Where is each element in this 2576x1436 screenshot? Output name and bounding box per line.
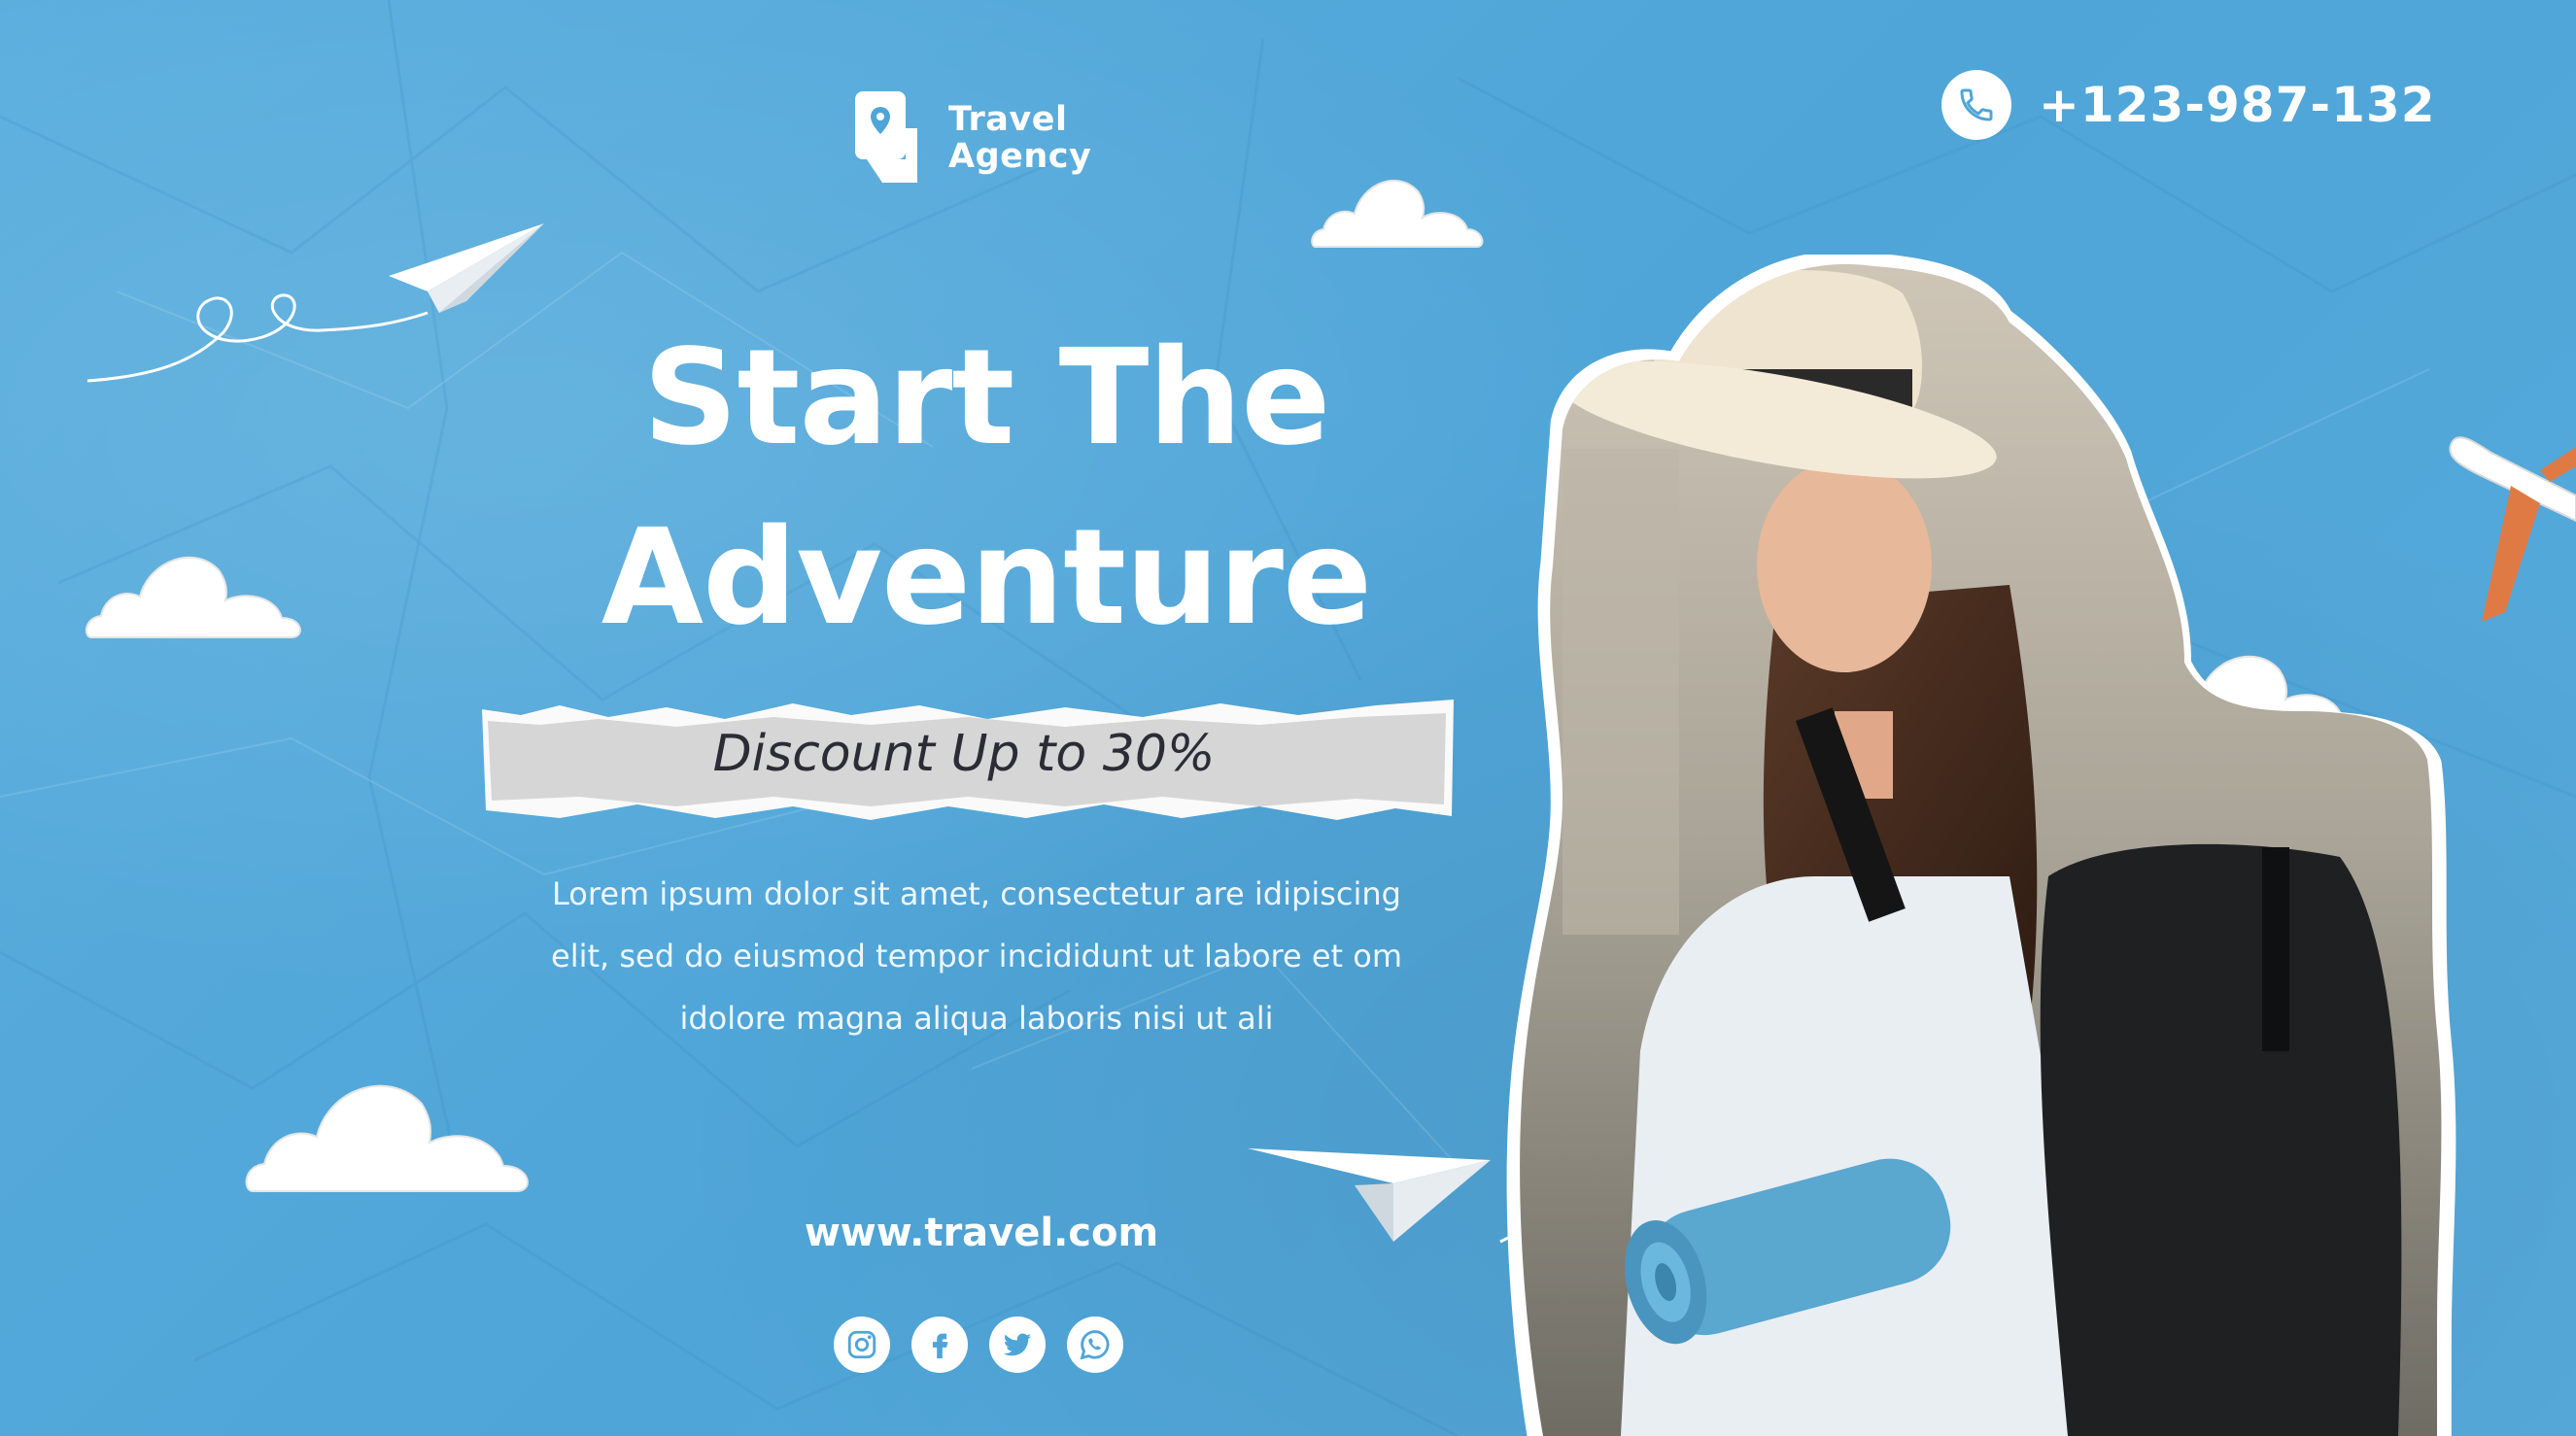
brand-logo[interactable]: Travel Agency [853,89,1091,187]
instagram-icon[interactable] [834,1316,890,1373]
discount-label: Discount Up to 30% [712,725,1216,783]
cloud-icon [85,556,301,638]
headline: Start The Adventure [457,309,1516,668]
phone-icon [1941,70,2011,140]
social-links [834,1316,1123,1373]
cloud-icon [1311,179,1484,248]
travel-banner: Travel Agency +123-987-132 Start The Adv… [0,0,2576,1436]
phone-number: +123-987-132 [2039,77,2436,133]
website-link[interactable]: www.travel.com [738,1211,1224,1255]
cloud-icon [245,1084,529,1192]
map-pin-phone-icon [855,91,917,183]
facebook-icon[interactable] [911,1316,968,1373]
brand-name-line2: Agency [948,137,1092,176]
phone-contact[interactable]: +123-987-132 [1941,70,2436,140]
description-line2: elit, sed do eiusmod tempor incididunt u… [551,938,1402,974]
traveler-photo [1506,255,2456,1436]
description-line1: Lorem ipsum dolor sit amet, consectetur … [552,875,1401,912]
twitter-icon[interactable] [989,1316,1046,1373]
description: Lorem ipsum dolor sit amet, consectetur … [486,863,1467,1049]
whatsapp-icon[interactable] [1067,1316,1123,1373]
brand-name-line1: Travel [948,100,1068,139]
headline-line1: Start The [642,322,1331,475]
headline-line2: Adventure [601,501,1372,655]
description-line3: idolore magna aliqua laboris nisi ut ali [679,1000,1274,1037]
